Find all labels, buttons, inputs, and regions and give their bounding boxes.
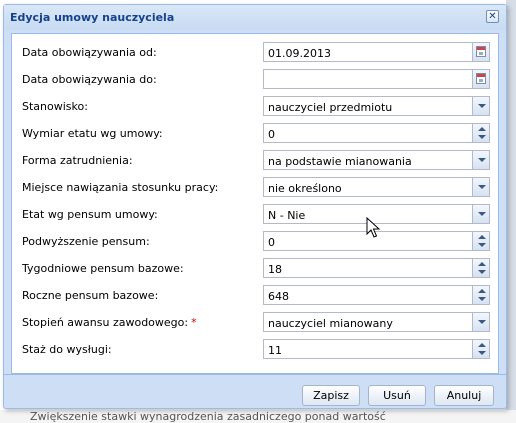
row-promotion-level: Stopień awansu zawodowego: * nauczyciel m… [12, 312, 498, 333]
calendar-icon [476, 46, 486, 57]
spin-down-icon[interactable] [478, 270, 486, 274]
field-label: Data obowiązywania do: [22, 73, 157, 86]
mouse-cursor-icon [366, 217, 380, 238]
row-position: Stanowisko: nauczyciel przedmiotu [12, 96, 498, 117]
spin-down-icon[interactable] [478, 135, 486, 139]
form-body: Data obowiązywania od: 01.09.2013 Data o… [11, 33, 499, 374]
position-combo[interactable]: nauczyciel przedmiotu [263, 96, 490, 116]
chevron-down-icon[interactable] [472, 205, 489, 223]
spin-up-icon[interactable] [478, 127, 486, 131]
field-label: Etat wg pensum umowy: [22, 208, 158, 221]
background-row-text: Zwiększenie stawki wynagrodzenia zasadni… [30, 410, 386, 423]
field-value: 01.09.2013 [268, 47, 331, 60]
date-picker-button[interactable] [472, 43, 489, 61]
field-label: Stopień awansu zawodowego: * [22, 316, 197, 329]
seniority-stepper[interactable]: 11 [263, 339, 490, 359]
field-label: Wymiar etatu wg umowy: [22, 127, 163, 140]
spin-down-icon[interactable] [478, 351, 486, 355]
spinner-button[interactable] [472, 124, 489, 142]
weekly-pensum-stepper[interactable]: 18 [263, 258, 490, 278]
field-label: Miejsce nawiązania stosunku pracy: [22, 181, 219, 194]
row-contract-fte: Wymiar etatu wg umowy: 0 [12, 123, 498, 144]
delete-button[interactable]: Usuń [368, 385, 426, 406]
date-picker-button[interactable] [472, 70, 489, 88]
contract-fte-stepper[interactable]: 0 [263, 123, 490, 143]
row-employment-form: Forma zatrudnienia: na podstawie mianowa… [12, 150, 498, 171]
spinner-button[interactable] [472, 232, 489, 250]
field-label: Forma zatrudnienia: [22, 154, 133, 167]
row-date-from: Data obowiązywania od: 01.09.2013 [12, 42, 498, 63]
row-weekly-pensum: Tygodniowe pensum bazowe: 18 [12, 258, 498, 279]
employment-form-combo[interactable]: na podstawie mianowania [263, 150, 490, 170]
field-label: Tygodniowe pensum bazowe: [22, 262, 184, 275]
field-label: Data obowiązywania od: [22, 46, 157, 59]
background-grid-row: Zwiększenie stawki wynagrodzenia zasadni… [0, 410, 516, 423]
spin-up-icon[interactable] [478, 289, 486, 293]
spin-down-icon[interactable] [478, 243, 486, 247]
field-value: 648 [268, 290, 289, 303]
dialog-title: Edycja umowy nauczyciela [10, 11, 175, 24]
row-seniority: Staż do wysługi: 11 [12, 339, 498, 360]
spinner-button[interactable] [472, 286, 489, 304]
field-value: 0 [268, 128, 275, 141]
row-yearly-pensum: Roczne pensum bazowe: 648 [12, 285, 498, 306]
date-to-field[interactable] [263, 69, 490, 89]
field-label-text: Stopień awansu zawodowego: [22, 316, 189, 329]
close-icon[interactable]: ✕ [486, 10, 499, 23]
spin-up-icon[interactable] [478, 343, 486, 347]
row-pensum-fte: Etat wg pensum umowy: N - Nie [12, 204, 498, 225]
employment-place-combo[interactable]: nie określono [263, 177, 490, 197]
field-label: Podwyższenie pensum: [22, 235, 150, 248]
field-value: na podstawie mianowania [268, 155, 412, 168]
dialog-titlebar[interactable]: Edycja umowy nauczyciela ✕ [4, 5, 506, 30]
field-value: 18 [268, 263, 282, 276]
field-label: Staż do wysługi: [22, 343, 112, 356]
spin-down-icon[interactable] [478, 297, 486, 301]
spin-up-icon[interactable] [478, 262, 486, 266]
required-marker: * [191, 316, 197, 329]
row-employment-place: Miejsce nawiązania stosunku pracy: nie o… [12, 177, 498, 198]
footer-divider [4, 374, 506, 375]
yearly-pensum-stepper[interactable]: 648 [263, 285, 490, 305]
background-panel-edge [506, 0, 516, 423]
field-value: nauczyciel przedmiotu [268, 101, 393, 114]
field-label: Roczne pensum bazowe: [22, 289, 159, 302]
chevron-down-icon[interactable] [472, 313, 489, 331]
chevron-down-icon[interactable] [472, 151, 489, 169]
save-button[interactable]: Zapisz [302, 385, 360, 406]
date-from-field[interactable]: 01.09.2013 [263, 42, 490, 62]
field-value: nie określono [268, 182, 342, 195]
chevron-down-icon[interactable] [472, 178, 489, 196]
spin-up-icon[interactable] [478, 235, 486, 239]
field-value: 0 [268, 236, 275, 249]
calendar-icon [476, 73, 486, 84]
field-value: N - Nie [268, 209, 306, 222]
promotion-level-combo[interactable]: nauczyciel mianowany [263, 312, 490, 332]
chevron-down-icon[interactable] [472, 97, 489, 115]
spinner-button[interactable] [472, 340, 489, 358]
row-date-to: Data obowiązywania do: [12, 69, 498, 90]
row-pensum-increase: Podwyższenie pensum: 0 [12, 231, 498, 252]
cancel-button[interactable]: Anuluj [434, 385, 494, 406]
field-label: Stanowisko: [22, 100, 88, 113]
field-value: 11 [268, 344, 282, 357]
field-value: nauczyciel mianowany [268, 317, 393, 330]
edit-contract-dialog: Edycja umowy nauczyciela ✕ Data obowiązy… [3, 4, 507, 409]
spinner-button[interactable] [472, 259, 489, 277]
